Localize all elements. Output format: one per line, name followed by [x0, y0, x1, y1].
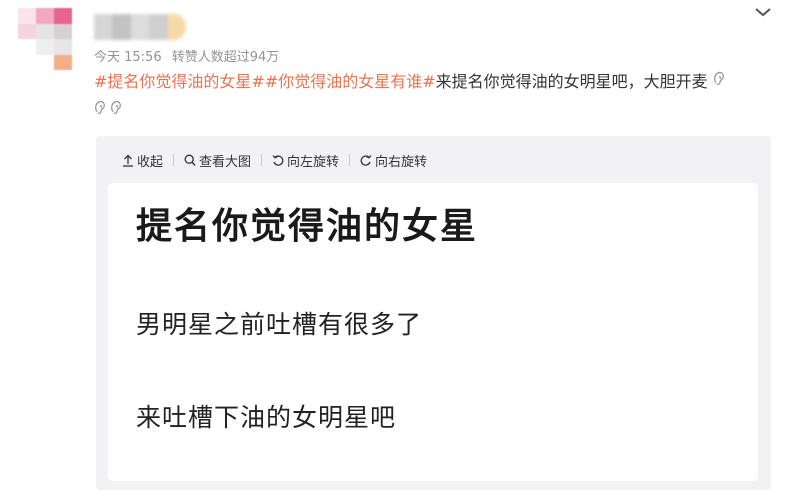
- image-text-line: 来吐槽下油的女明星吧: [136, 403, 397, 432]
- ear-emoji-row: [94, 100, 124, 118]
- post-time: 今天 15:56: [94, 50, 162, 65]
- view-large-button[interactable]: 查看大图: [184, 151, 251, 170]
- search-icon: [184, 154, 196, 166]
- post-text: #提名你觉得油的女星##你觉得油的女星有谁#来提名你觉得油的女明星吧，大胆开麦: [94, 70, 764, 94]
- hashtag-link[interactable]: #提名你觉得油的女星#: [94, 72, 265, 91]
- image-toolbar: 收起 查看大图 向左旋转 向右旋转: [122, 150, 427, 170]
- toolbar-divider: [173, 154, 175, 166]
- post-image[interactable]: 提名你觉得油的女星 男明星之前吐槽有很多了 来吐槽下油的女明星吧: [108, 183, 758, 481]
- image-text-line: 男明星之前吐槽有很多了: [136, 310, 423, 339]
- avatar[interactable]: [18, 8, 90, 70]
- toolbar-divider: [349, 154, 351, 166]
- post-body: 来提名你觉得油的女明星吧，大胆开麦: [435, 72, 708, 91]
- rotate-right-button[interactable]: 向右旋转: [360, 151, 427, 170]
- collapse-label: 收起: [137, 154, 164, 170]
- rotate-left-icon: [272, 154, 284, 166]
- post-meta: 今天 15:56 转赞人数超过94万: [94, 46, 279, 65]
- collapse-button[interactable]: 收起: [122, 151, 163, 170]
- chevron-down-icon[interactable]: [751, 2, 775, 22]
- ear-emoji-icon: [713, 70, 727, 88]
- ear-emoji-icon: [110, 100, 124, 118]
- ear-emoji-icon: [94, 100, 108, 118]
- image-title: 提名你觉得油的女星: [136, 206, 479, 247]
- username[interactable]: [94, 14, 187, 40]
- repost-count: 转赞人数超过94万: [171, 50, 280, 65]
- toolbar-divider: [261, 154, 263, 166]
- rotate-right-icon: [360, 154, 372, 166]
- view-large-label: 查看大图: [199, 154, 252, 170]
- rotate-left-button[interactable]: 向左旋转: [272, 151, 339, 170]
- collapse-icon: [123, 154, 133, 167]
- rotate-left-label: 向左旋转: [287, 154, 340, 170]
- rotate-right-label: 向右旋转: [375, 154, 428, 170]
- hashtag-link[interactable]: #你觉得油的女星有谁#: [265, 72, 436, 91]
